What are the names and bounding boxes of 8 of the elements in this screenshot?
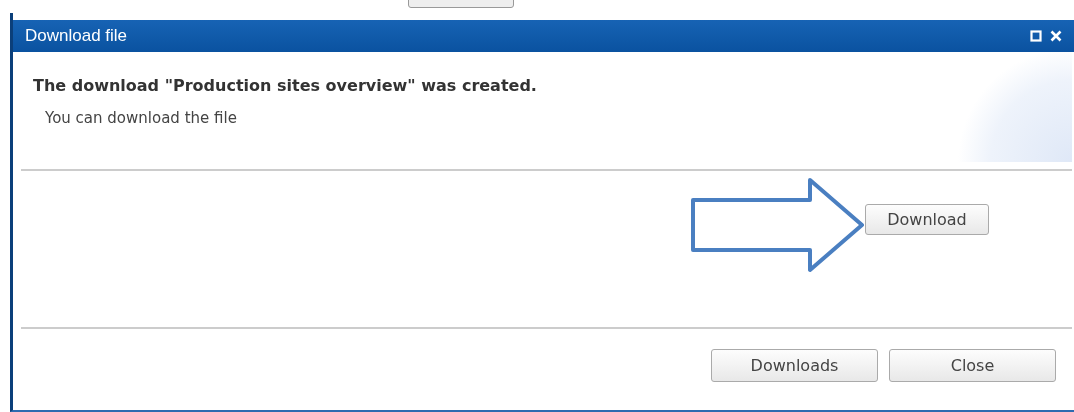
download-button[interactable]: Download xyxy=(865,204,989,235)
window-title: Download file xyxy=(25,26,128,46)
message-text: You can download the file xyxy=(45,109,238,127)
close-icon[interactable] xyxy=(1050,30,1062,42)
downloads-button[interactable]: Downloads xyxy=(711,349,878,382)
close-button[interactable]: Close xyxy=(889,349,1056,382)
maximize-icon[interactable] xyxy=(1030,30,1042,42)
message-heading: The download "Production sites overview" was created. xyxy=(33,76,538,95)
